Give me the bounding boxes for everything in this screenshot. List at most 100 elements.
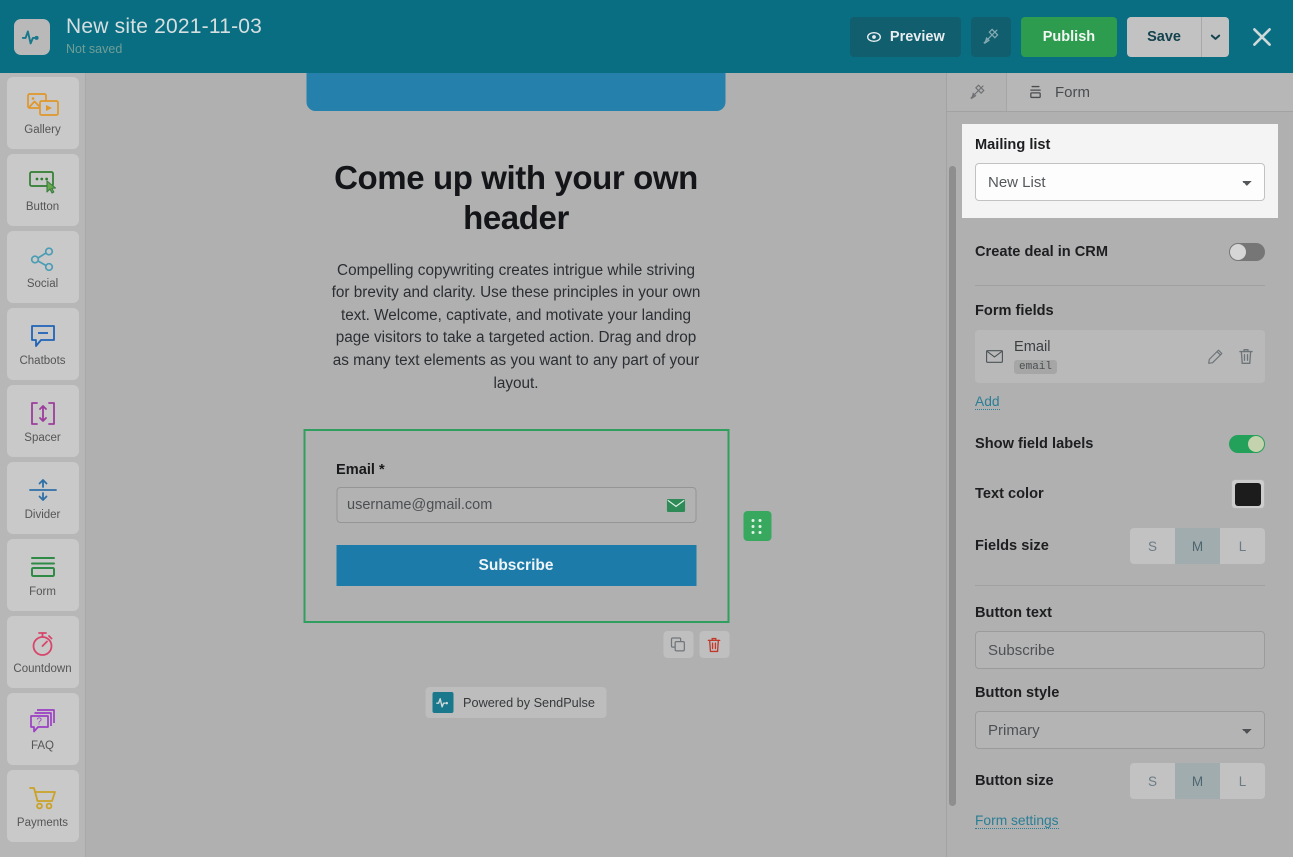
sidebar-item-label: Gallery (24, 124, 61, 137)
form-settings-panel: Form Mailing list New List Create deal i… (946, 73, 1293, 857)
envelope-icon (666, 498, 685, 513)
text-color-row: Text color (975, 477, 1265, 511)
eye-icon (866, 29, 882, 45)
design-settings-button[interactable] (970, 16, 1011, 57)
sidebar-item-label: Spacer (24, 432, 61, 445)
trash-icon[interactable] (1238, 348, 1254, 365)
site-builder-app: New site 2021-11-03 Not saved Preview Pu… (0, 0, 1293, 857)
form-block-icon (1027, 84, 1044, 101)
save-button[interactable]: Save (1127, 16, 1201, 57)
tab-design[interactable] (947, 73, 1007, 111)
sidebar-item-label: Button (25, 201, 60, 214)
sidebar-item-button[interactable]: Button (6, 154, 79, 226)
subscribe-button[interactable]: Subscribe (336, 545, 696, 587)
create-deal-label: Create deal in CRM (975, 244, 1108, 260)
sidebar-item-payments[interactable]: Payments (6, 770, 79, 842)
show-field-labels-toggle[interactable] (1229, 435, 1265, 453)
sidebar-item-form[interactable]: Form (6, 539, 79, 611)
panel-scrollbar[interactable] (949, 166, 956, 806)
hero-block[interactable]: John Stone Designer (306, 73, 726, 111)
svg-text:?: ? (36, 716, 42, 727)
sidebar-item-label: Payments (16, 817, 69, 830)
preview-button[interactable]: Preview (849, 16, 961, 57)
elements-sidebar[interactable]: Gallery Button Social Chatbots Spacer Di… (0, 73, 86, 857)
top-toolbar: New site 2021-11-03 Not saved Preview Pu… (0, 0, 1293, 73)
fields-size-label: Fields size (975, 538, 1049, 554)
page-canvas[interactable]: John Stone Designer Come up with your ow… (86, 73, 946, 857)
save-button-label: Save (1147, 28, 1181, 45)
selected-form-block[interactable]: Email * username@gmail.com Subscribe (303, 429, 771, 624)
panel-body: Mailing list New List Create deal in CRM… (947, 124, 1293, 830)
sidebar-item-label: Chatbots (19, 355, 66, 368)
canvas-paragraph[interactable]: Compelling copywriting creates intrigue … (326, 260, 706, 396)
email-field[interactable]: username@gmail.com (336, 487, 696, 524)
duplicate-block-button[interactable] (663, 631, 693, 659)
sidebar-item-spacer[interactable]: Spacer (6, 385, 79, 457)
fields-size-option-s[interactable]: S (1130, 528, 1175, 564)
button-size-segmented: S M L (1130, 763, 1265, 799)
sidebar-item-label: Countdown (13, 663, 72, 676)
drag-dots-grid (751, 518, 763, 534)
sidebar-item-divider[interactable]: Divider (6, 462, 79, 534)
button-size-option-s[interactable]: S (1130, 763, 1175, 799)
button-size-option-m[interactable]: M (1175, 763, 1220, 799)
divider (975, 585, 1265, 586)
fields-size-option-l[interactable]: L (1220, 528, 1265, 564)
panel-breadcrumb-tabs: Form (947, 73, 1293, 112)
close-icon (1249, 24, 1275, 50)
canvas-heading[interactable]: Come up with your own header (326, 158, 706, 239)
button-text-input[interactable] (975, 631, 1265, 669)
faq-icon: ? (28, 705, 58, 737)
add-field-link[interactable]: Add (975, 394, 1000, 410)
trash-icon (707, 637, 722, 653)
subscribe-button-label: Subscribe (478, 556, 554, 574)
show-field-labels-label: Show field labels (975, 436, 1094, 452)
save-status: Not saved (66, 41, 123, 56)
mailing-list-section: Mailing list New List (962, 124, 1278, 218)
field-actions (1207, 348, 1254, 365)
divider (975, 285, 1265, 286)
gallery-icon (26, 89, 60, 121)
top-actions: Preview Publish Save (849, 16, 1279, 57)
show-field-labels-row: Show field labels (975, 427, 1265, 461)
sidebar-item-label: Divider (24, 509, 61, 522)
breadcrumb[interactable]: Form (1007, 73, 1293, 111)
sidebar-item-faq[interactable]: ? FAQ (6, 693, 79, 765)
sidebar-item-social[interactable]: Social (6, 231, 79, 303)
copy-icon (670, 637, 686, 652)
delete-block-button[interactable] (699, 631, 729, 659)
close-editor-button[interactable] (1245, 20, 1279, 54)
sidebar-item-gallery[interactable]: Gallery (6, 77, 79, 149)
brush-icon (981, 27, 1000, 46)
publish-button[interactable]: Publish (1020, 16, 1118, 57)
sendpulse-pulse-icon[interactable] (14, 18, 50, 55)
breadcrumb-label: Form (1055, 83, 1090, 101)
create-deal-toggle[interactable] (1229, 243, 1265, 261)
divider-icon (27, 474, 59, 506)
text-color-swatch[interactable] (1231, 479, 1265, 509)
sidebar-item-chatbots[interactable]: Chatbots (6, 308, 79, 380)
site-title-group: New site 2021-11-03 Not saved (66, 15, 262, 59)
button-style-section: Button style Primary (975, 685, 1265, 749)
pencil-icon[interactable] (1207, 348, 1224, 365)
text-color-label: Text color (975, 486, 1044, 502)
canvas-page-content: John Stone Designer Come up with your ow… (211, 73, 821, 719)
sidebar-item-label: Form (29, 586, 56, 599)
chevron-down-icon (1210, 33, 1221, 41)
drag-dots-icon[interactable] (743, 511, 771, 542)
block-toolbar (303, 631, 729, 659)
fields-size-segmented: S M L (1130, 528, 1265, 564)
page-title: New site 2021-11-03 (66, 14, 263, 38)
fields-size-option-m[interactable]: M (1175, 528, 1220, 564)
form-settings-link[interactable]: Form settings (975, 813, 1059, 829)
button-size-option-l[interactable]: L (1220, 763, 1265, 799)
button-text-section: Button text (975, 605, 1265, 669)
list-item[interactable]: Email email (975, 330, 1265, 383)
sidebar-item-label: FAQ (30, 740, 54, 753)
form-fields-section: Form fields Email email Add (975, 303, 1265, 411)
sidebar-item-countdown[interactable]: Countdown (6, 616, 79, 688)
button-style-select[interactable]: Primary (975, 711, 1265, 749)
save-dropdown-button[interactable] (1201, 16, 1229, 57)
mailing-list-select[interactable]: New List (975, 163, 1265, 201)
create-deal-row: Create deal in CRM (975, 235, 1265, 269)
